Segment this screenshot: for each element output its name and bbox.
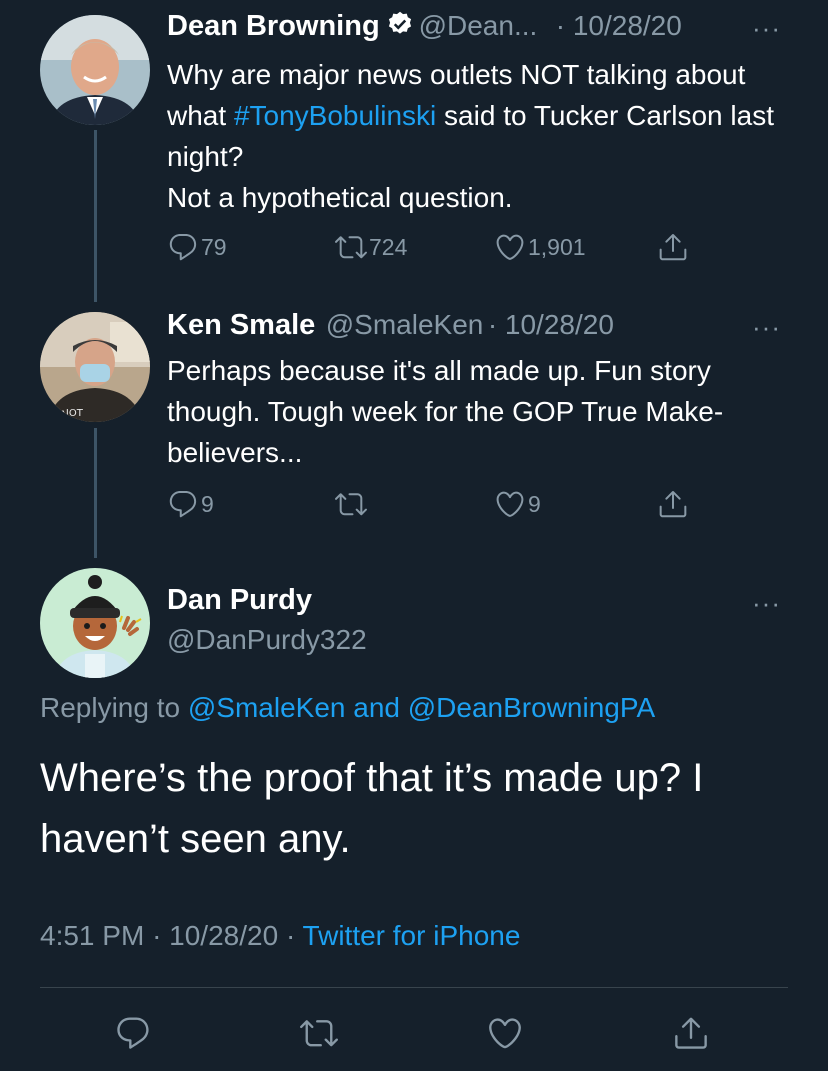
like-count: 9	[528, 490, 541, 517]
reply-icon	[169, 490, 197, 518]
retweet-count: 724	[369, 233, 408, 260]
like-count: 1,901	[528, 233, 586, 260]
share-icon	[675, 1017, 707, 1049]
author-handle[interactable]: @DanPurdy322	[167, 624, 367, 656]
avatar-dan-purdy[interactable]	[40, 568, 150, 678]
tweet-time[interactable]: 4:51 PM	[40, 920, 144, 951]
divider	[40, 987, 788, 988]
tweet1-action-bar: 79 724 1,901	[167, 231, 707, 271]
more-options-icon[interactable]: ···	[752, 13, 781, 44]
reply-icon	[169, 233, 197, 261]
retweet-icon	[335, 236, 367, 259]
tweet2-action-bar: 9 9	[167, 488, 707, 528]
like-button[interactable]: 9	[494, 488, 541, 520]
verified-badge-icon	[386, 10, 414, 43]
reply-count: 79	[201, 233, 227, 260]
share-button[interactable]	[672, 1014, 710, 1052]
thread-connector-line	[94, 428, 97, 558]
replying-to-label: Replying to	[40, 692, 188, 723]
thread-connector-line	[94, 130, 97, 302]
retweet-icon	[300, 1020, 338, 1047]
like-button[interactable]: 1,901	[494, 231, 586, 263]
reply-button[interactable]: 79	[167, 231, 227, 263]
tweet-date[interactable]: · 10/28/20	[488, 309, 614, 340]
tweet-date[interactable]: · 10/28/20 ·	[152, 920, 295, 951]
tweet-text: Why are major news outlets NOT talking a…	[167, 54, 807, 218]
hashtag-link[interactable]: #TonyBobulinski	[234, 100, 436, 131]
author-handle[interactable]: @Dean...	[419, 10, 538, 41]
more-options-icon[interactable]: ···	[752, 588, 781, 619]
reply-button[interactable]: 9	[167, 488, 214, 520]
tweet1-header: Dean Browning @Dean... · 10/28/20	[167, 10, 682, 43]
author-handle[interactable]: @SmaleKen	[326, 309, 484, 340]
share-icon	[659, 234, 687, 261]
author-name[interactable]: Dean Browning	[167, 10, 380, 42]
reply-count: 9	[201, 490, 214, 517]
retweet-icon	[335, 493, 367, 516]
tweet-metadata: 4:51 PM · 10/28/20 · Twitter for iPhone	[40, 920, 520, 952]
tweet-text: Perhaps because it's all made up. Fun st…	[167, 355, 724, 468]
heart-icon	[496, 491, 524, 517]
share-button[interactable]	[657, 231, 689, 263]
tweet-date[interactable]: · 10/28/20	[556, 10, 682, 41]
author-name[interactable]: Dan Purdy	[167, 584, 312, 617]
reply-icon	[117, 1017, 149, 1049]
tweet-source-link[interactable]: Twitter for iPhone	[303, 920, 521, 951]
retweet-button[interactable]	[300, 1014, 338, 1052]
heart-icon	[489, 1018, 521, 1049]
tweet-text-line: Not a hypothetical question.	[167, 182, 513, 213]
avatar-ken-smale[interactable]: ʌIOT	[40, 312, 150, 422]
avatar-dean-browning[interactable]	[40, 15, 150, 125]
tweet2-header: Ken Smale @SmaleKen · 10/28/20	[167, 309, 614, 342]
retweet-button[interactable]	[335, 488, 367, 520]
more-options-icon[interactable]: ···	[752, 312, 781, 343]
share-button[interactable]	[657, 488, 689, 520]
replying-to-line: Replying to @SmaleKen and @DeanBrowningP…	[40, 692, 655, 724]
heart-icon	[496, 234, 524, 260]
reply-button[interactable]	[114, 1014, 152, 1052]
main-tweet-action-bar	[0, 1014, 828, 1054]
share-icon	[659, 491, 687, 518]
like-button[interactable]	[486, 1014, 524, 1052]
author-name[interactable]: Ken Smale	[167, 309, 315, 341]
main-tweet-text: Where’s the proof that it’s made up? I h…	[40, 756, 704, 861]
svg-text:ʌIOT: ʌIOT	[60, 408, 84, 419]
retweet-button[interactable]: 724	[335, 231, 407, 263]
replying-to-users-link[interactable]: @SmaleKen and @DeanBrowningPA	[188, 692, 655, 723]
